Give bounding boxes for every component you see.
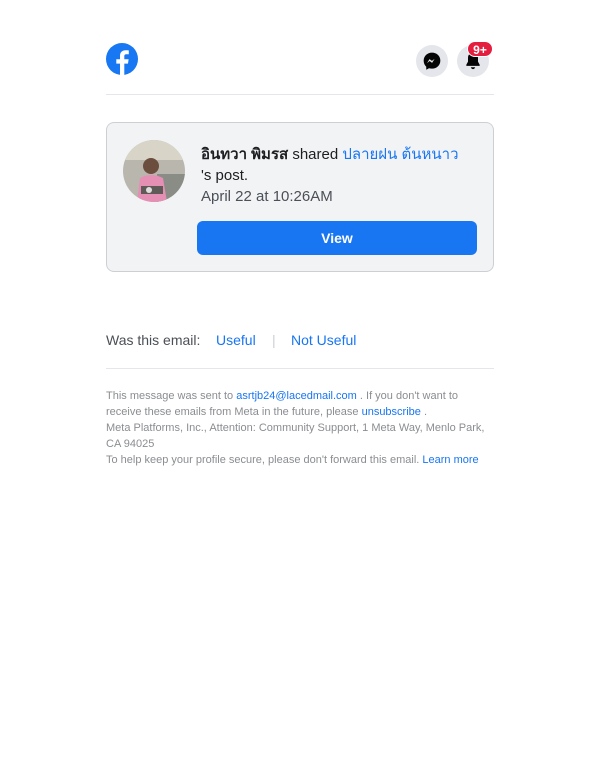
avatar[interactable]: [123, 140, 185, 202]
messenger-button[interactable]: [416, 45, 448, 77]
footer-secure-text: To help keep your profile secure, please…: [106, 454, 420, 466]
recipient-email-link[interactable]: asrtjb24@lacedmail.com: [236, 390, 357, 402]
footer-period: .: [423, 406, 428, 418]
story-verb: shared: [292, 146, 339, 163]
story-timestamp: April 22 at 10:26AM: [201, 188, 333, 205]
notification-story: อินทวา พิมรส shared ปลายฝน ต้นหนาว 's po…: [201, 144, 471, 186]
unsubscribe-link[interactable]: unsubscribe: [362, 406, 421, 418]
post-owner-link[interactable]: ปลายฝน ต้นหนาว: [342, 146, 458, 163]
not-useful-link[interactable]: Not Useful: [291, 332, 356, 348]
feedback-question: Was this email:: [106, 332, 201, 348]
facebook-logo[interactable]: [106, 43, 138, 75]
feedback-separator: |: [272, 332, 276, 348]
footer-sent-prefix: This message was sent to: [106, 390, 234, 402]
actor-name[interactable]: อินทวา พิมรส: [201, 146, 288, 163]
email-header: 9+: [106, 38, 494, 95]
learn-more-link[interactable]: Learn more: [422, 454, 478, 466]
footer-address: Meta Platforms, Inc., Attention: Communi…: [106, 422, 485, 450]
story-suffix: 's post.: [201, 167, 249, 184]
messenger-icon: [423, 52, 441, 70]
footer-security-notice: To help keep your profile secure, please…: [106, 452, 494, 468]
footer-sent-notice: This message was sent to asrtjb24@lacedm…: [106, 388, 494, 420]
view-button[interactable]: View: [197, 221, 477, 255]
email-footer: This message was sent to asrtjb24@lacedm…: [106, 388, 494, 468]
useful-link[interactable]: Useful: [216, 332, 256, 348]
profile-photo: [123, 140, 185, 202]
notification-badge: 9+: [467, 41, 493, 57]
feedback-bar: Was this email: Useful | Not Useful: [106, 322, 494, 369]
notification-card: อินทวา พิมรส shared ปลายฝน ต้นหนาว 's po…: [106, 122, 494, 272]
